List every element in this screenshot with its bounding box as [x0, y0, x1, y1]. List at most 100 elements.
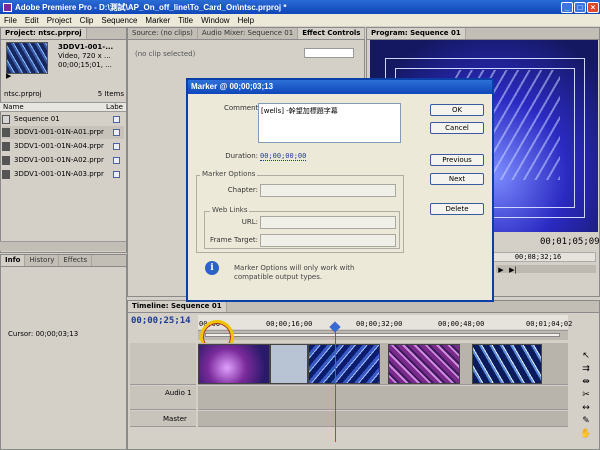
menu-edit[interactable]: Edit	[21, 16, 43, 25]
bin-name: ntsc.prproj	[4, 90, 42, 98]
marker-options-title: Marker Options	[200, 170, 258, 178]
list-item[interactable]: 3DDV1-001-01N-A01.prpr	[2, 126, 124, 139]
label-swatch	[113, 157, 120, 164]
frame-target-input[interactable]	[260, 234, 396, 247]
list-item[interactable]: Sequence 01	[2, 113, 124, 126]
tab-effects[interactable]: Effects	[59, 255, 93, 266]
tab-project[interactable]: Project: ntsc.prproj	[1, 28, 87, 39]
no-clip-message: (no clip selected)	[135, 50, 196, 58]
menu-title[interactable]: Title	[174, 16, 197, 25]
tab-audio-mixer[interactable]: Audio Mixer: Sequence 01	[198, 28, 299, 39]
column-name[interactable]: Name	[3, 103, 24, 111]
label-swatch	[113, 116, 120, 123]
audio-track[interactable]	[198, 386, 568, 410]
ruler-label: 00;00;16;00	[266, 320, 313, 328]
minimize-button[interactable]: _	[561, 1, 573, 13]
label-swatch	[113, 171, 120, 178]
video-clip[interactable]	[270, 344, 308, 384]
selection-tool-icon[interactable]: ↖	[580, 351, 592, 363]
menu-project[interactable]: Project	[43, 16, 76, 25]
tab-program[interactable]: Program: Sequence 01	[367, 28, 466, 39]
chapter-label: Chapter:	[227, 186, 258, 194]
menu-file[interactable]: File	[0, 16, 21, 25]
ripple-edit-tool-icon[interactable]: ⇹	[580, 377, 592, 389]
label-swatch	[113, 129, 120, 136]
play-icon[interactable]: ▶	[6, 72, 11, 80]
clip-info: 3DDV1-001-... Video, 720 x ... 00;00;15;…	[58, 43, 113, 70]
menu-window[interactable]: Window	[197, 16, 233, 25]
clip-name: 3DDV1-001-...	[58, 43, 114, 51]
chapter-input[interactable]	[260, 184, 396, 197]
column-label[interactable]: Labe	[106, 103, 123, 111]
tab-timeline[interactable]: Timeline: Sequence 01	[128, 301, 227, 312]
project-list-header: Name Labe	[0, 102, 126, 112]
slip-tool-icon[interactable]: ↔	[580, 403, 592, 415]
video-track-header	[130, 343, 196, 385]
delete-button[interactable]: Delete	[430, 203, 484, 215]
close-window-button[interactable]: ×	[587, 1, 599, 13]
previous-button[interactable]: Previous	[430, 154, 484, 166]
frame-target-label: Frame Target:	[209, 236, 258, 244]
premiere-app-icon	[3, 2, 12, 12]
effect-timeline-field	[304, 48, 354, 58]
master-track[interactable]	[198, 411, 568, 427]
ruler-label: 00;01;04;02	[526, 320, 573, 328]
film-clip-icon	[2, 156, 10, 165]
play-button-icon[interactable]: ▶	[496, 266, 506, 276]
cursor-readout: Cursor: 00;00;03;13	[8, 330, 79, 338]
menu-sequence[interactable]: Sequence	[97, 16, 141, 25]
audio-track-label[interactable]: Audio 1	[165, 389, 192, 397]
film-clip-icon	[2, 142, 10, 151]
step-forward-icon[interactable]: ▶|	[508, 266, 518, 276]
web-links-title: Web Links	[210, 206, 250, 214]
next-button[interactable]: Next	[430, 173, 484, 185]
duration-label: Duration:	[225, 152, 258, 160]
ruler-label: 00;00;48;00	[438, 320, 485, 328]
window-title-bar: Adobe Premiere Pro - D:\測試\AP_On_off_lin…	[0, 0, 600, 14]
tab-info[interactable]: Info	[1, 255, 26, 266]
tab-source[interactable]: Source: (no clips)	[128, 28, 198, 39]
dialog-title: Marker @ 00;00;03;13	[188, 80, 492, 94]
list-item[interactable]: 3DDV1-001-01N-A02.prpr	[2, 154, 124, 167]
ruler-label: 00;00;32;00	[356, 320, 403, 328]
tab-history[interactable]: History	[25, 255, 60, 266]
menu-clip[interactable]: Clip	[76, 16, 98, 25]
playhead-line	[335, 330, 336, 442]
url-label: URL:	[241, 218, 258, 226]
sequence-icon	[2, 115, 10, 124]
clip-format: Video, 720 x ...	[58, 52, 111, 60]
bin-row: ntsc.prproj 5 Items	[4, 90, 124, 98]
video-clip[interactable]	[308, 344, 380, 384]
list-item[interactable]: 3DDV1-001-01N-A03.prpr	[2, 168, 124, 181]
duration-field[interactable]: 00;00;00;00	[260, 152, 307, 161]
razor-tool-icon[interactable]: ✂	[580, 390, 592, 402]
window-title: Adobe Premiere Pro - D:\測試\AP_On_off_lin…	[15, 2, 287, 12]
list-item[interactable]: 3DDV1-001-01N-A04.prpr	[2, 140, 124, 153]
hand-tool-icon[interactable]: ✋	[580, 429, 592, 441]
comments-field[interactable]: [wells] -幹望加標題字幕	[258, 103, 401, 143]
menu-marker[interactable]: Marker	[141, 16, 174, 25]
menu-help[interactable]: Help	[234, 16, 258, 25]
pen-tool-icon[interactable]: ✎	[580, 416, 592, 428]
url-input[interactable]	[260, 216, 396, 229]
marker-options-note: Marker Options will only work with compa…	[234, 264, 355, 281]
label-swatch	[113, 143, 120, 150]
item-count: 5 Items	[97, 90, 124, 98]
film-clip-icon	[2, 128, 10, 137]
zoom-slider[interactable]	[205, 333, 560, 337]
ok-button[interactable]: OK	[430, 104, 484, 116]
video-clip[interactable]	[388, 344, 460, 384]
video-clip[interactable]	[472, 344, 542, 384]
cancel-button[interactable]: Cancel	[430, 122, 484, 134]
clip-thumbnail	[6, 42, 48, 74]
timeline-current-time[interactable]: 00;00;25;14	[131, 316, 191, 326]
info-icon: i	[205, 261, 219, 275]
program-timecode[interactable]: 00;01;05;09	[540, 237, 600, 247]
master-track-label[interactable]: Master	[163, 415, 187, 423]
video-clip[interactable]	[198, 344, 270, 384]
track-select-tool-icon[interactable]: ⇉	[580, 364, 592, 376]
maximize-button[interactable]: □	[574, 1, 586, 13]
program-ruler[interactable]: 00;08;32;16	[480, 252, 596, 262]
tab-effect-controls[interactable]: Effect Controls	[298, 28, 366, 39]
clip-duration: 00;00;15;01, ...	[58, 61, 112, 69]
